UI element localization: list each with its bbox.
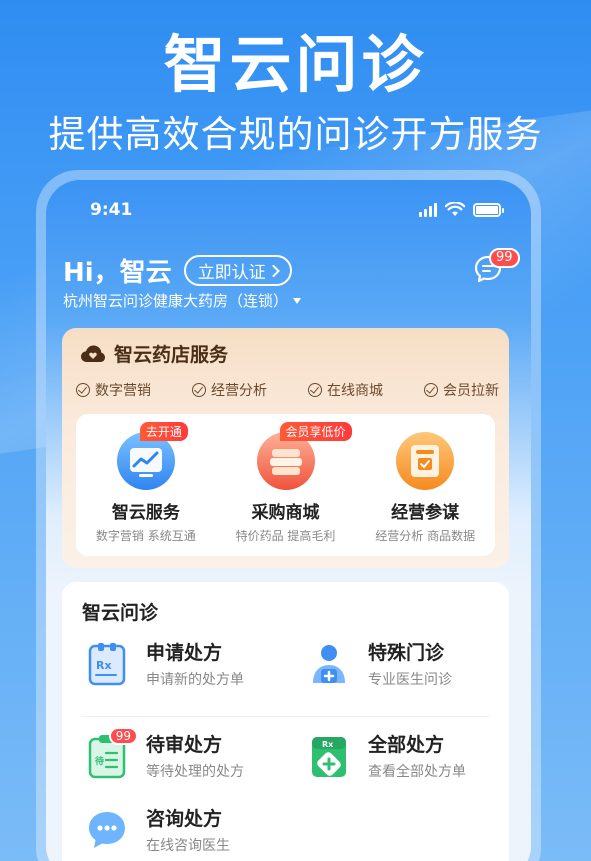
cloud-heart-icon: [81, 345, 105, 362]
check-circle-icon: [424, 383, 438, 397]
consult-title: 智云问诊: [82, 602, 159, 624]
pharmacy-services: 去开通 智云服务 数字营销 系统互通 会员享低价 采购商城 特价药品 提高毛利 …: [76, 414, 495, 556]
svg-text:Rx: Rx: [96, 659, 112, 672]
service-name: 智云服务: [111, 503, 180, 523]
doctor-icon: [308, 641, 350, 687]
check-circle-icon: [192, 383, 206, 397]
promo-subline: 提供高效合规的问诊开方服务: [48, 113, 543, 156]
service-name: 经营参谋: [391, 503, 460, 523]
data-board-icon: [396, 432, 455, 490]
chevron-right-icon: [272, 264, 280, 277]
pharmacy-tag: 会员拉新: [424, 380, 499, 400]
consult-card: 智云问诊 Rx 申请处方 申请新的处方单 特殊门诊 专业医生问诊 待 99 待审…: [62, 582, 509, 861]
rx-clipboard-icon: Rx: [86, 641, 128, 687]
pharmacy-tag: 经营分析: [192, 380, 267, 400]
consult-item-all-rx[interactable]: Rx 全部处方 查看全部处方单: [308, 730, 466, 781]
pharmacy-tag: 在线商城: [308, 380, 383, 400]
consult-item-apply-rx[interactable]: Rx 申请处方 申请新的处方单: [86, 638, 244, 689]
tag-label: 经营分析: [211, 383, 267, 399]
check-circle-icon: [308, 383, 322, 397]
status-time: 9:41: [90, 200, 133, 220]
svg-text:待: 待: [95, 755, 104, 767]
service-desc: 数字营销 系统互通: [95, 529, 196, 543]
wifi-icon: [445, 202, 465, 216]
service-zhiyun[interactable]: 去开通 智云服务 数字营销 系统互通: [76, 414, 216, 556]
verify-label: 立即认证: [197, 263, 266, 283]
app-screen: 9:41 Hi，智云 立即认证 杭州智云问诊健康大药房（连锁） 99 智云药店服…: [46, 180, 531, 861]
service-badge: 去开通: [139, 422, 188, 441]
consult-item-name: 咨询处方: [146, 808, 223, 830]
store-selector[interactable]: 杭州智云问诊健康大药房（连锁）: [63, 290, 302, 311]
battery-icon: [473, 202, 504, 217]
consult-item-special-clinic[interactable]: 特殊门诊 专业医生问诊: [308, 638, 452, 689]
promo-headline: 智云问诊: [163, 28, 428, 101]
consult-item-desc: 专业医生问诊: [368, 672, 452, 688]
pending-clipboard-icon: 待 99: [86, 726, 138, 779]
tag-label: 数字营销: [95, 383, 151, 399]
caret-down-icon: [293, 297, 302, 304]
pharmacy-service-card: 智云药店服务 数字营销 经营分析 在线商城 会员拉新 去开通 智云服务 数字营销…: [62, 328, 509, 568]
service-desc: 特价药品 提高毛利: [235, 529, 336, 543]
tag-label: 会员拉新: [443, 383, 499, 399]
check-circle-icon: [76, 383, 90, 397]
pharmacy-tag: 数字营销: [76, 380, 151, 400]
consult-item-name: 全部处方: [368, 734, 445, 756]
message-badge: 99: [489, 248, 520, 268]
consult-item-name: 特殊门诊: [368, 642, 445, 664]
greeting-row: Hi，智云 立即认证: [63, 252, 292, 289]
tag-label: 在线商城: [327, 383, 383, 399]
service-advisor[interactable]: 经营参谋 经营分析 商品数据: [355, 414, 495, 556]
consult-item-desc: 等待处理的处方: [146, 764, 244, 780]
service-name: 采购商城: [251, 503, 320, 523]
consult-item-desc: 申请新的处方单: [146, 672, 244, 688]
consult-item-desc: 在线咨询医生: [146, 838, 230, 854]
svg-text:Rx: Rx: [322, 740, 334, 749]
store-name: 杭州智云问诊健康大药房（连锁）: [63, 292, 289, 310]
status-bar: 9:41: [90, 200, 504, 222]
signal-icon: [419, 202, 437, 217]
pharmacy-tags: 数字营销 经营分析 在线商城 会员拉新: [76, 380, 499, 400]
rx-box-icon: Rx: [308, 733, 350, 779]
service-mall[interactable]: 会员享低价 采购商城 特价药品 提高毛利: [216, 414, 356, 556]
consult-item-name: 申请处方: [146, 642, 223, 664]
consult-item-name: 待审处方: [146, 734, 223, 756]
status-icons: [419, 202, 504, 217]
stacked-goods-icon: 会员享低价: [256, 422, 352, 490]
consult-divider: [82, 716, 489, 717]
phone-frame: 9:41 Hi，智云 立即认证 杭州智云问诊健康大药房（连锁） 99 智云药店服…: [36, 170, 541, 861]
chart-screen-icon: 去开通: [116, 422, 188, 490]
consult-item-consult-rx[interactable]: 咨询处方 在线咨询医生: [86, 804, 230, 855]
verify-button[interactable]: 立即认证: [183, 255, 292, 286]
service-desc: 经营分析 商品数据: [375, 529, 476, 543]
pharmacy-title: 智云药店服务: [114, 344, 229, 366]
consult-item-desc: 查看全部处方单: [368, 764, 466, 780]
message-button[interactable]: 99: [473, 248, 520, 288]
greeting-text: Hi，智云: [63, 258, 172, 288]
pharmacy-title-row: 智云药店服务: [80, 340, 228, 367]
chat-bubble-icon: [86, 807, 128, 853]
service-badge: 会员享低价: [279, 422, 352, 441]
consult-item-pending-rx[interactable]: 待 99 待审处方 等待处理的处方: [86, 726, 244, 781]
pending-badge: 99: [108, 726, 138, 745]
